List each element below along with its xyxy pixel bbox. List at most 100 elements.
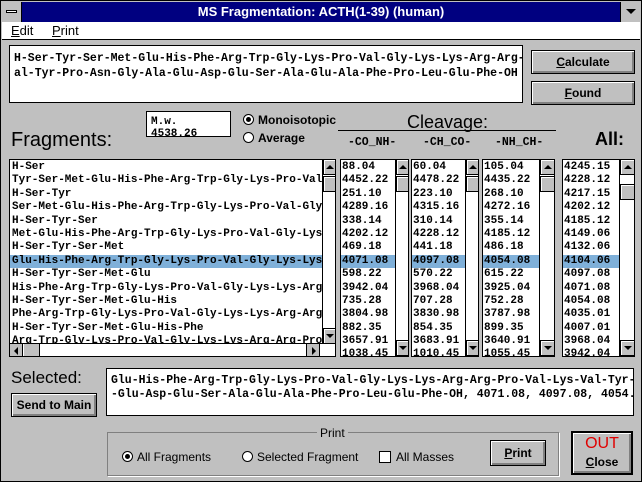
fragment-row[interactable]: Ser-Met-Glu-His-Phe-Arg-Trp-Gly-Lys-Pro-… xyxy=(10,201,322,214)
co-nh-row[interactable]: 3657.91 xyxy=(341,335,395,348)
all-masses-scroll-thumb[interactable] xyxy=(620,184,634,200)
fragments-hscroll-thumb[interactable] xyxy=(24,344,40,356)
ch-co-row[interactable]: 570.22 xyxy=(412,268,465,281)
fragment-row[interactable]: His-Phe-Arg-Trp-Gly-Lys-Pro-Val-Gly-Lys-… xyxy=(10,282,322,295)
ch-co-vscroll[interactable] xyxy=(465,160,478,356)
fragments-scroll-thumb[interactable] xyxy=(323,176,335,192)
radio-average[interactable]: Average xyxy=(243,131,305,145)
all-mass-row[interactable]: 4185.12 xyxy=(563,215,619,228)
all-mass-row[interactable]: 4202.12 xyxy=(563,201,619,214)
co-nh-row[interactable]: 251.10 xyxy=(341,188,395,201)
nh-ch-row[interactable]: 752.28 xyxy=(483,295,539,308)
title-bar[interactable]: MS Fragmentation: ACTH(1-39) (human) xyxy=(2,2,640,22)
ch-co-row[interactable]: 3968.04 xyxy=(412,282,465,295)
all-mass-row[interactable]: 4245.15 xyxy=(563,161,619,174)
nh-ch-row[interactable]: 1055.45 xyxy=(483,348,539,356)
all-mass-row[interactable]: 4054.08 xyxy=(563,295,619,308)
found-button[interactable]: Found xyxy=(531,81,635,105)
nh-ch-row[interactable]: 4054.08 xyxy=(483,254,539,269)
co-nh-row[interactable]: 598.22 xyxy=(341,268,395,281)
nh-ch-row[interactable]: 3640.91 xyxy=(483,335,539,348)
fragment-row[interactable]: H-Ser-Tyr-Ser-Met-Glu-His xyxy=(10,295,322,308)
all-mass-row[interactable]: 4071.08 xyxy=(563,282,619,295)
send-to-main-button[interactable]: Send to Main xyxy=(11,393,97,417)
ch-co-row[interactable]: 441.18 xyxy=(412,241,465,254)
co-nh-row[interactable]: 4289.16 xyxy=(341,201,395,214)
ch-co-row[interactable]: 4315.16 xyxy=(412,201,465,214)
all-mass-row[interactable]: 3968.04 xyxy=(563,335,619,348)
ch-co-row[interactable]: 707.28 xyxy=(412,295,465,308)
co-nh-row[interactable]: 4071.08 xyxy=(341,254,395,269)
all-masses-scroll-down[interactable] xyxy=(620,340,634,356)
all-mass-row[interactable]: 4132.06 xyxy=(563,241,619,254)
ch-co-row[interactable]: 4228.12 xyxy=(412,228,465,241)
ch-co-row[interactable]: 3683.91 xyxy=(412,335,465,348)
ch-co-scroll-up[interactable] xyxy=(466,160,478,175)
co-nh-scroll-down[interactable] xyxy=(396,340,408,356)
ch-co-row[interactable]: 3830.98 xyxy=(412,308,465,321)
co-nh-row[interactable]: 3942.04 xyxy=(341,282,395,295)
co-nh-scroll-thumb[interactable] xyxy=(396,176,408,192)
close-button[interactable]: OUT Close xyxy=(571,431,633,475)
co-nh-row[interactable]: 469.18 xyxy=(341,241,395,254)
ch-co-row[interactable]: 223.10 xyxy=(412,188,465,201)
fragment-row[interactable]: H-Ser-Tyr xyxy=(10,188,322,201)
calculate-button[interactable]: Calculate xyxy=(531,50,635,74)
all-mass-row[interactable]: 3942.04 xyxy=(563,348,619,356)
nh-ch-row[interactable]: 3787.98 xyxy=(483,308,539,321)
minimize-button[interactable] xyxy=(620,2,640,22)
all-mass-row[interactable]: 4035.01 xyxy=(563,308,619,321)
nh-ch-row[interactable]: 4435.22 xyxy=(483,174,539,187)
radio-selected-fragment[interactable]: Selected Fragment xyxy=(242,450,358,464)
ch-co-row[interactable]: 4097.08 xyxy=(412,254,465,269)
nh-ch-scroll-up[interactable] xyxy=(540,160,554,175)
co-nh-row[interactable]: 3804.98 xyxy=(341,308,395,321)
all-masses-list[interactable]: 4245.15 4228.12 4217.15 4202.12 4185.12 4149.… xyxy=(562,159,635,357)
nh-ch-row[interactable]: 615.22 xyxy=(483,268,539,281)
nh-ch-scroll-down[interactable] xyxy=(540,340,554,356)
all-masses-scroll-up[interactable] xyxy=(620,160,634,175)
co-nh-list[interactable]: 88.04 4452.22 251.10 4289.16 338.14 4202.12 46… xyxy=(340,159,409,357)
fragments-list[interactable]: H-Ser Tyr-Ser-Met-Glu-His-Phe-Arg-Trp-Gly… xyxy=(9,159,336,357)
co-nh-row[interactable]: 882.35 xyxy=(341,322,395,335)
co-nh-row[interactable]: 1038.45 xyxy=(341,348,395,356)
fragment-row[interactable]: Tyr-Ser-Met-Glu-His-Phe-Arg-Trp-Gly-Lys-… xyxy=(10,174,322,187)
co-nh-row[interactable]: 338.14 xyxy=(341,215,395,228)
all-masses-checkbox[interactable]: All Masses xyxy=(379,450,454,464)
fragments-scroll-left[interactable] xyxy=(10,344,23,356)
co-nh-row[interactable]: 88.04 xyxy=(341,161,395,174)
nh-ch-row[interactable]: 355.14 xyxy=(483,215,539,228)
ch-co-list[interactable]: 60.04 4478.22 223.10 4315.16 310.14 4228.12 44… xyxy=(411,159,479,357)
co-nh-row[interactable]: 4452.22 xyxy=(341,174,395,187)
fragments-scroll-down[interactable] xyxy=(323,328,335,344)
fragment-row[interactable]: H-Ser-Tyr-Ser-Met-Glu-His-Phe xyxy=(10,322,322,335)
print-button[interactable]: Print xyxy=(490,440,546,466)
fragment-row[interactable]: H-Ser-Tyr-Ser-Met xyxy=(10,241,322,254)
all-mass-row[interactable]: 4228.12 xyxy=(563,174,619,187)
co-nh-row[interactable]: 4202.12 xyxy=(341,228,395,241)
ch-co-row[interactable]: 1010.45 xyxy=(412,348,465,356)
fragment-row[interactable]: Glu-His-Phe-Arg-Trp-Gly-Lys-Pro-Val-Gly-… xyxy=(10,254,322,269)
nh-ch-row[interactable]: 268.10 xyxy=(483,188,539,201)
fragment-row[interactable]: H-Ser-Tyr-Ser xyxy=(10,215,322,228)
fragments-scroll-up[interactable] xyxy=(323,160,335,175)
all-masses-vscroll[interactable] xyxy=(619,160,634,356)
nh-ch-row[interactable]: 4185.12 xyxy=(483,228,539,241)
fragment-row[interactable]: H-Ser xyxy=(10,161,322,174)
nh-ch-row[interactable]: 899.35 xyxy=(483,322,539,335)
ch-co-scroll-thumb[interactable] xyxy=(466,176,478,192)
ch-co-row[interactable]: 60.04 xyxy=(412,161,465,174)
nh-ch-scroll-thumb[interactable] xyxy=(540,176,554,192)
all-mass-row[interactable]: 4217.15 xyxy=(563,188,619,201)
fragments-vscroll[interactable] xyxy=(322,160,335,344)
fragment-row[interactable]: H-Ser-Tyr-Ser-Met-Glu xyxy=(10,268,322,281)
co-nh-row[interactable]: 735.28 xyxy=(341,295,395,308)
nh-ch-row[interactable]: 105.04 xyxy=(483,161,539,174)
co-nh-vscroll[interactable] xyxy=(395,160,408,356)
radio-all-fragments[interactable]: All Fragments xyxy=(122,450,211,464)
all-mass-row[interactable]: 4149.06 xyxy=(563,228,619,241)
nh-ch-list[interactable]: 105.04 4435.22 268.10 4272.16 355.14 4185.12 4… xyxy=(482,159,555,357)
co-nh-scroll-up[interactable] xyxy=(396,160,408,175)
menu-print[interactable]: Print xyxy=(52,23,79,38)
all-mass-row[interactable]: 4097.08 xyxy=(563,268,619,281)
